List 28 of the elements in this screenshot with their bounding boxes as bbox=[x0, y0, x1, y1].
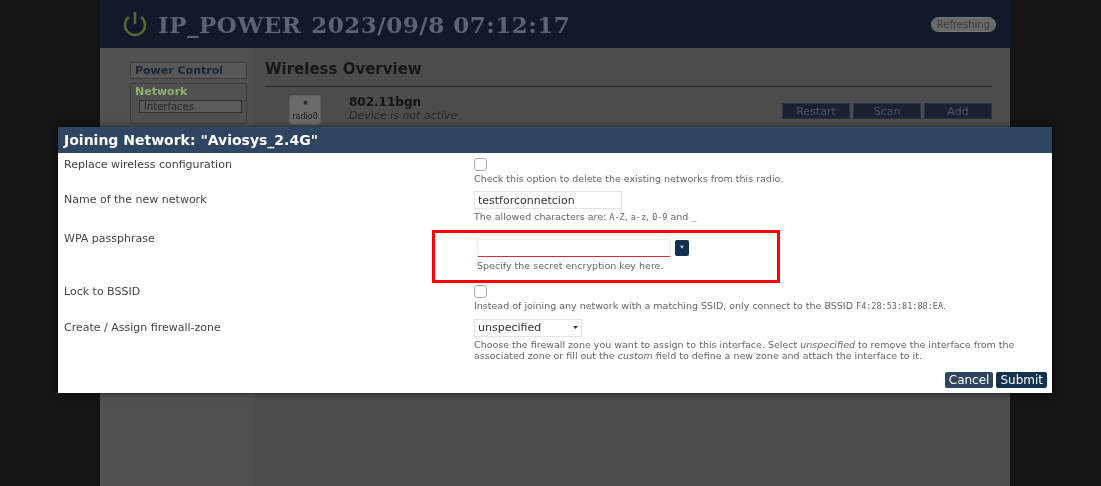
sidebar-item[interactable]: Power Control bbox=[130, 62, 247, 79]
help-text: The allowed characters are: A-Z, a-z, 0-9 and _ bbox=[474, 211, 698, 223]
network-name-field[interactable]: testforconnetcion bbox=[474, 191, 622, 210]
device-name: 802.11bgn bbox=[349, 95, 423, 109]
field-label: Create / Assign firewall-zone bbox=[63, 319, 222, 336]
help-text: Specify the secret encryption key here. bbox=[477, 259, 665, 272]
field-label: Replace wireless configuration bbox=[63, 157, 233, 173]
checkbox[interactable] bbox=[474, 285, 487, 299]
device-title: IP_POWER bbox=[158, 10, 302, 38]
date-time: 2023/09/8 07:12:17 bbox=[311, 10, 571, 38]
help-text: Check this option to delete the existing networks from this radio. bbox=[474, 173, 785, 185]
antenna-icon bbox=[302, 99, 308, 105]
field-label: Name of the new network bbox=[63, 192, 208, 209]
help-text: Instead of joining any network with a matching SSID, only connect to the BSSID F4:28:53:81:88:EA. bbox=[474, 300, 948, 312]
sidebar-item[interactable]: Network bbox=[135, 85, 242, 98]
submit-button[interactable]: Submit bbox=[996, 372, 1047, 389]
checkbox[interactable] bbox=[474, 158, 487, 171]
cancel-button[interactable]: Cancel bbox=[944, 372, 994, 389]
caret-icon bbox=[573, 325, 578, 331]
dialog-title: Joining Network: "Aviosys_2.4G" bbox=[58, 127, 1052, 153]
radio-label: radio0 bbox=[292, 111, 318, 121]
zone-dropdown[interactable]: unspecified bbox=[474, 318, 582, 337]
reveal-button[interactable]: * bbox=[675, 239, 689, 256]
field-label: WPA passphrase bbox=[63, 230, 156, 247]
power-icon bbox=[122, 10, 148, 38]
passphrase-field[interactable] bbox=[477, 238, 671, 257]
field-label: Lock to BSSID bbox=[63, 284, 142, 301]
help-text: Choose the firewall zone you want to assign to this interface. Select unspecified to remove the interface from the associated zone or fill out the custom field to define a new zone and attach the interface to it. bbox=[474, 338, 1016, 362]
